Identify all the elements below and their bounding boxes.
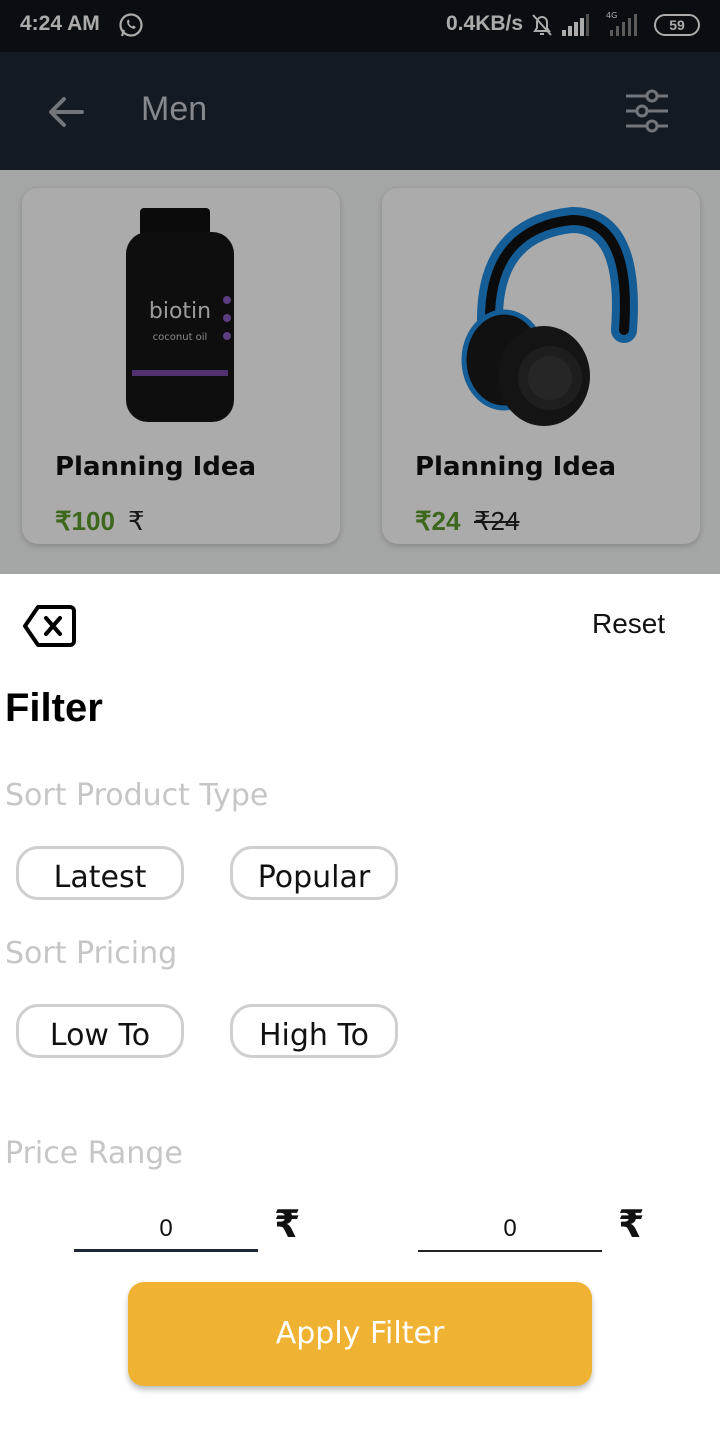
signal-icon	[562, 14, 589, 36]
svg-text:biotin: biotin	[149, 299, 211, 324]
sliders-icon[interactable]	[624, 88, 670, 134]
sort-type-label: Sort Product Type	[5, 778, 269, 813]
product-image-headphones	[461, 206, 638, 426]
page-title: Men	[141, 90, 208, 128]
price-min-input[interactable]	[74, 1208, 258, 1252]
product-price: ₹24	[415, 506, 461, 536]
product-card[interactable]: Planning Idea ₹24 ₹24	[382, 188, 700, 544]
sort-pricing-label: Sort Pricing	[5, 936, 178, 971]
product-image-biotin: biotin coconut oil	[126, 208, 234, 422]
currency-symbol: ₹	[274, 1202, 301, 1246]
backspace-close-icon[interactable]	[22, 604, 76, 648]
price-max-input[interactable]	[418, 1208, 602, 1252]
product-price: ₹100	[55, 506, 115, 536]
filter-sheet: Reset Filter Sort Product Type Latest Po…	[0, 574, 720, 1440]
apply-filter-button[interactable]: Apply Filter	[128, 1282, 592, 1386]
filter-title: Filter	[5, 686, 103, 730]
product-name: Planning Idea	[415, 452, 617, 482]
chip-high-to[interactable]: High To	[230, 1004, 398, 1058]
chip-low-to[interactable]: Low To	[16, 1004, 184, 1058]
app-bar: Men	[0, 52, 720, 170]
chip-latest[interactable]: Latest	[16, 846, 184, 900]
product-name: Planning Idea	[55, 452, 257, 482]
status-bar: 4:24 AM 0.4KB/s 4G 59	[0, 0, 720, 52]
product-old-price: ₹24	[474, 506, 520, 536]
signal-4g-icon: 4G	[606, 11, 637, 36]
muted-bell-icon	[532, 14, 552, 36]
svg-text:coconut oil: coconut oil	[153, 332, 208, 343]
price-range-label: Price Range	[5, 1136, 183, 1171]
network-speed: 0.4KB/s	[446, 12, 524, 35]
status-time: 4:24 AM	[20, 12, 100, 35]
product-card[interactable]: biotin coconut oil Planning Idea ₹100 ₹	[22, 188, 340, 544]
currency-symbol: ₹	[618, 1202, 645, 1246]
reset-button[interactable]: Reset	[592, 608, 665, 640]
svg-text:4G: 4G	[606, 11, 617, 20]
whatsapp-icon	[119, 13, 143, 37]
product-grid: biotin coconut oil Planning Idea ₹100 ₹ …	[0, 170, 720, 574]
chip-popular[interactable]: Popular	[230, 846, 398, 900]
product-old-price: ₹	[128, 506, 145, 536]
back-arrow-icon[interactable]	[48, 96, 84, 128]
battery-icon: 59	[654, 14, 700, 36]
